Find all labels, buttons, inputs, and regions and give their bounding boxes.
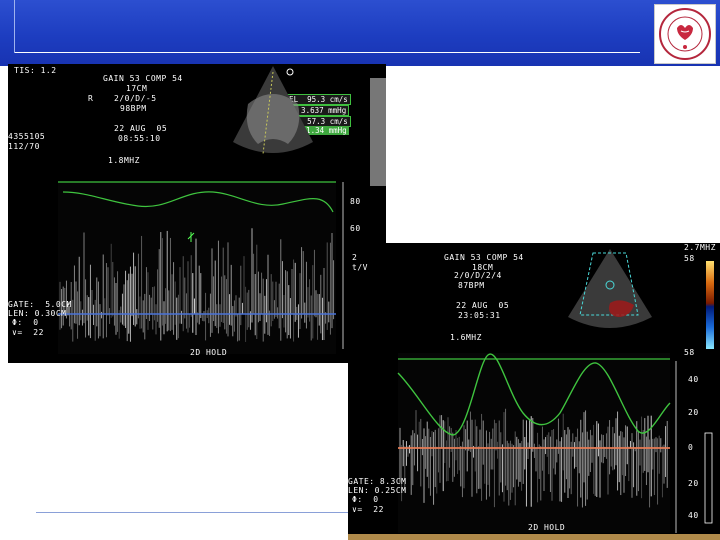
banner-left-rule [14,0,15,53]
scan1-graphics [58,66,386,354]
length-label: LEN: 0.30CM [8,309,67,318]
scan2-bottom-strip [348,534,720,540]
v-label: ∨= 22 [352,505,384,514]
doppler-scan-1: TIS: 1.2 GAIN 53 COMP 54 17CM R 2/0/D/-5… [8,64,386,363]
scale-tick-40: 40 [688,375,699,384]
hold-status: 2D HOLD [528,523,566,532]
society-logo [654,4,716,64]
scale-tick-neg40: 40 [688,511,699,520]
doppler-scan-2: 2 t/V GAIN 53 COMP 54 18CM 2/0/D/2/4 87B… [348,243,720,540]
angle-label: Φ: 0 [12,318,39,327]
scale-tick-60: 60 [350,224,361,233]
scan2-graphics [397,249,714,533]
grayscale-bar [370,78,386,186]
gate-label: GATE: 8.3CM [348,477,407,486]
title-banner [0,0,720,66]
society-seal-icon [659,8,711,60]
gate-label: GATE: 5.0CM [8,300,72,309]
scale-tick-neg20: 20 [688,479,699,488]
banner-rule [14,52,640,53]
scale-tick-80: 80 [350,197,361,206]
footer-rule [36,512,366,513]
side-ruler [704,432,713,524]
length-label: LEN: 0.25CM [348,486,407,495]
orientation-marker-icon [286,68,294,76]
color-velocity-bar [706,261,714,349]
echo-texture [246,94,300,144]
hold-status: 2D HOLD [190,348,228,357]
angle-label: Φ: 0 [352,495,379,504]
scale-tick-0: 0 [688,443,694,452]
scale-tick-20: 20 [688,408,699,417]
v-label: ∨= 22 [12,328,44,337]
